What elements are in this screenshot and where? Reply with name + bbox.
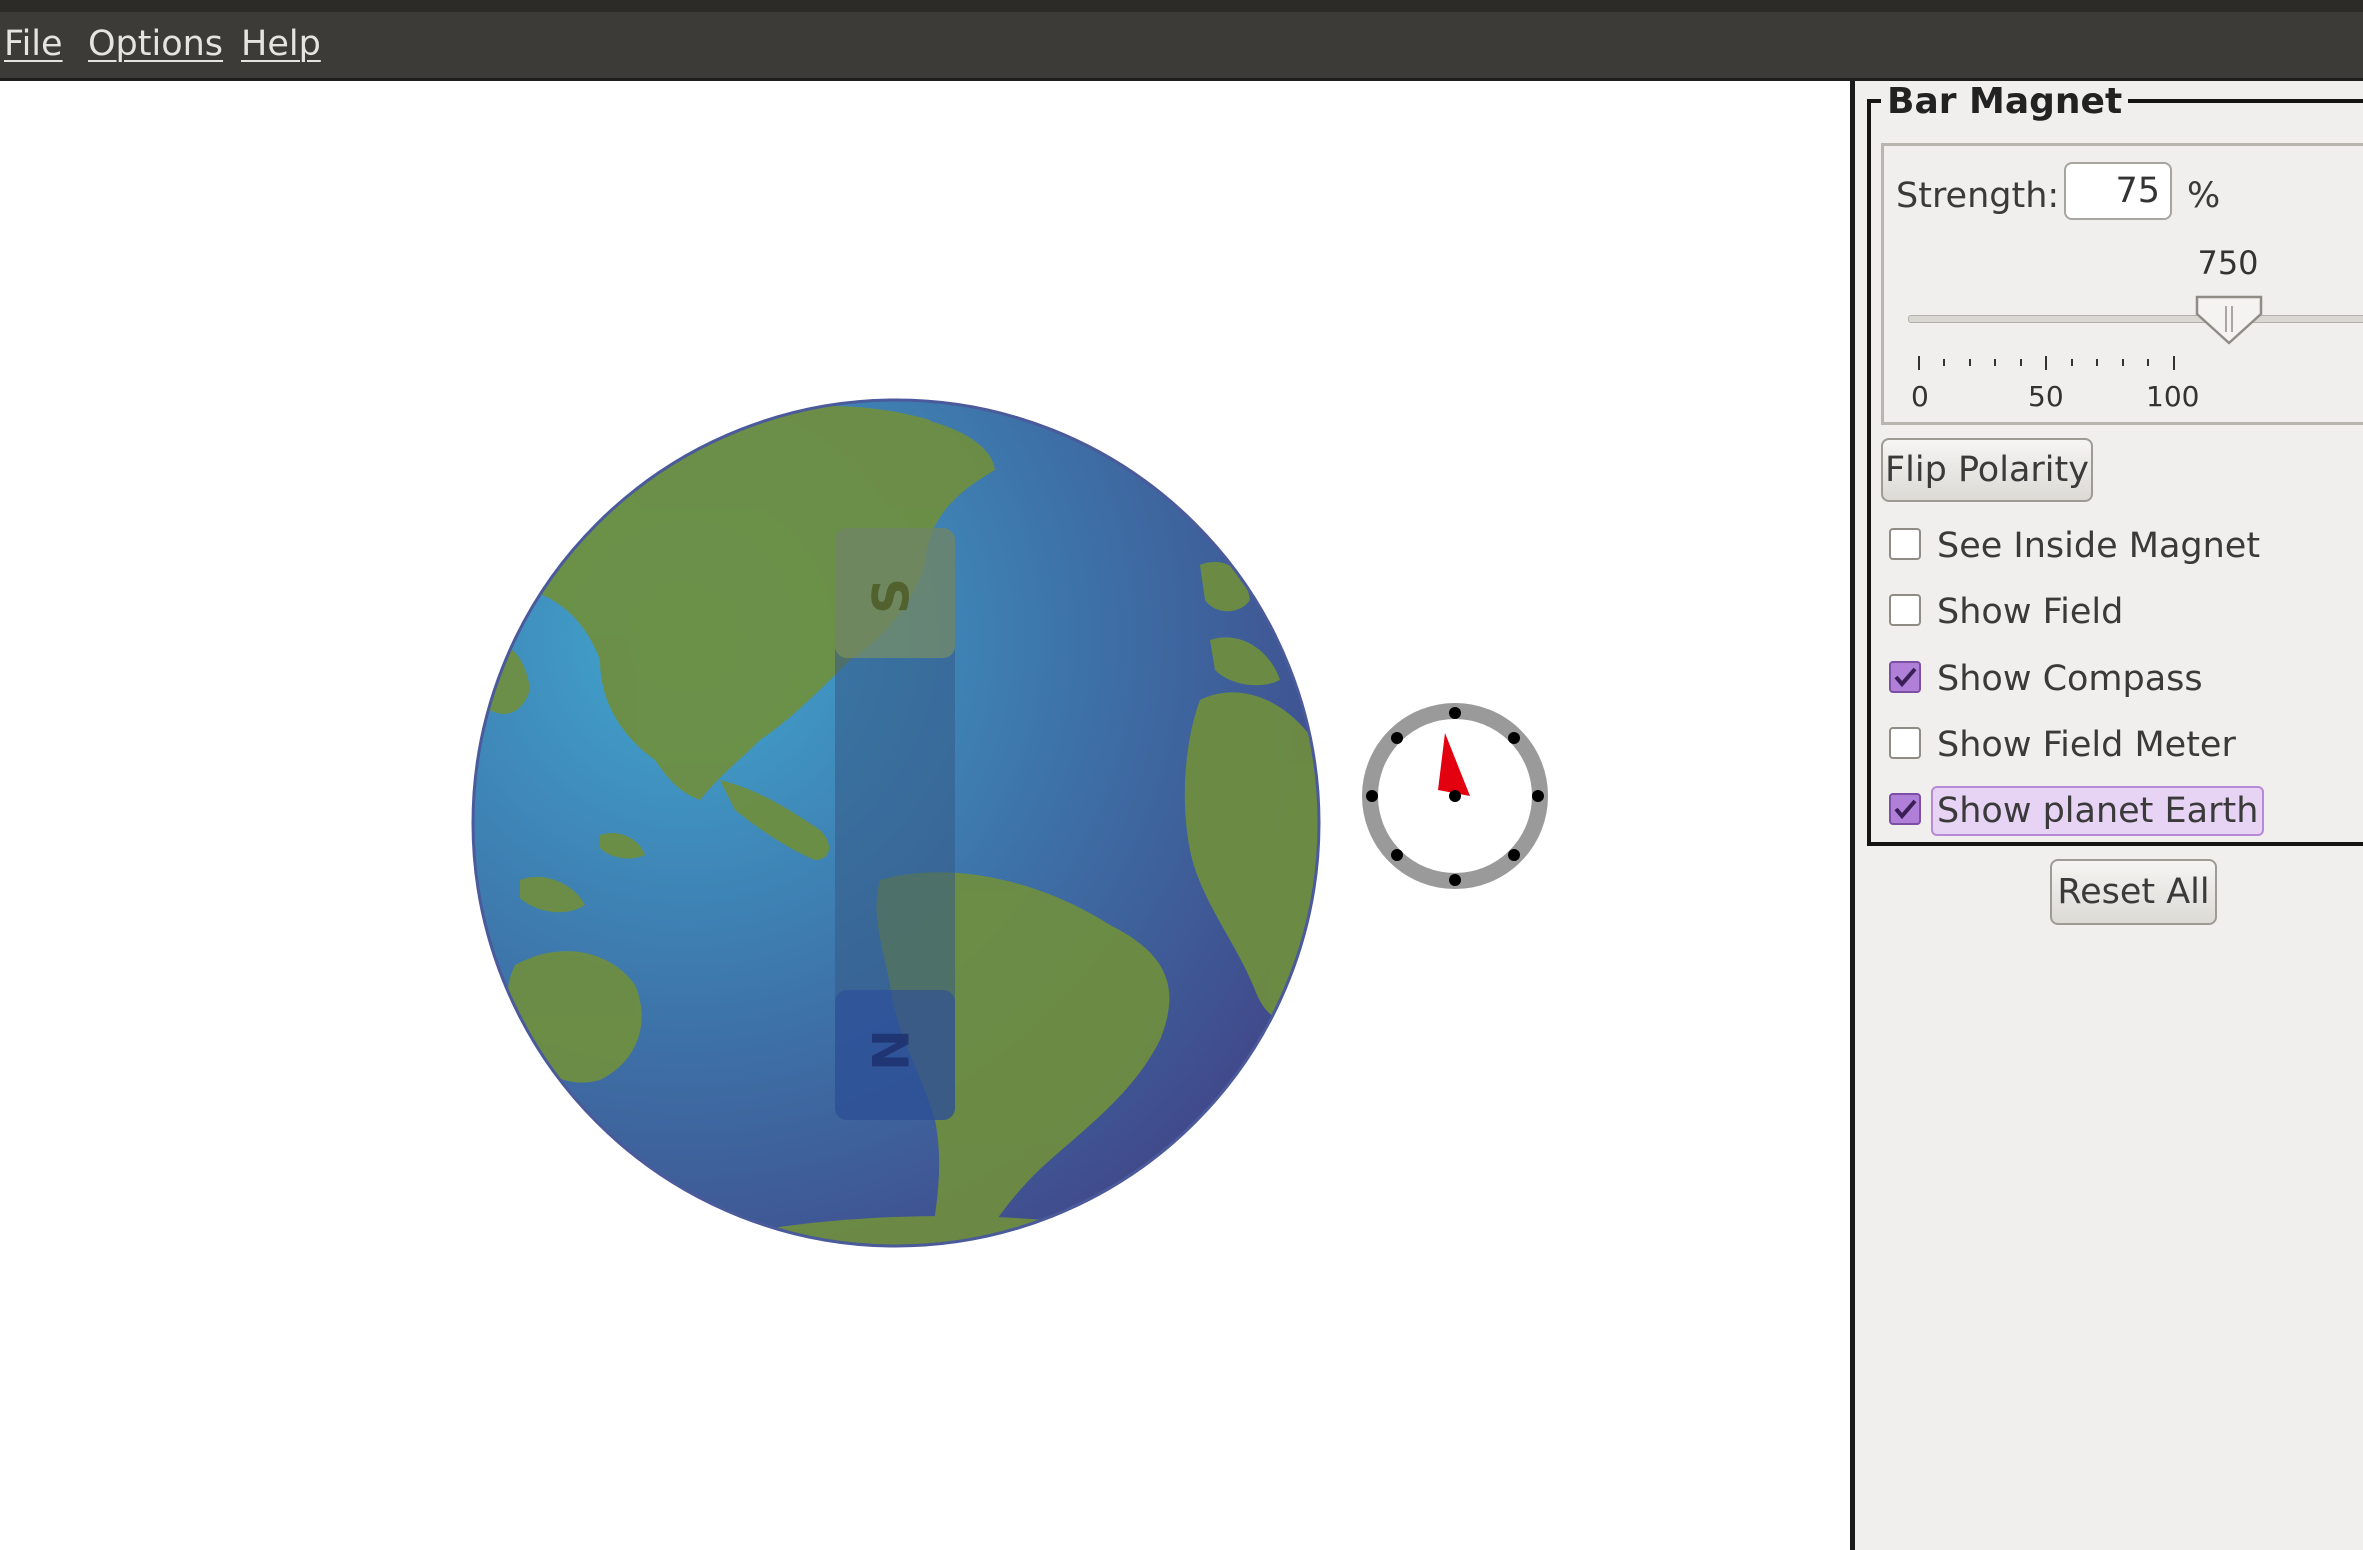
reset-all-button[interactable]: Reset All (2050, 859, 2217, 925)
australia-landmass (507, 951, 642, 1083)
group-title: Bar Magnet (1881, 81, 2129, 122)
bar-magnet-group: Bar Magnet Strength: % 750 (1867, 81, 2363, 846)
slider-max-label: 100 (2146, 380, 2200, 413)
show-field-label[interactable]: Show Field (1933, 589, 2127, 635)
flip-polarity-button[interactable]: Flip Polarity (1881, 438, 2093, 502)
show-compass-label[interactable]: Show Compass (1933, 656, 2207, 702)
bar-magnet[interactable]: S N (835, 528, 955, 1120)
show-field-checkbox[interactable] (1889, 594, 1921, 626)
menu-file[interactable]: File (4, 20, 63, 68)
slider-min-label: 0 (1911, 380, 1929, 413)
control-panel: Bar Magnet Strength: % 750 (1850, 81, 2363, 1550)
checkmark-icon (1894, 667, 1917, 688)
north-pole-label: N (863, 1029, 921, 1071)
show-compass-checkbox[interactable] (1889, 661, 1921, 693)
planet-earth-checkbox[interactable] (1889, 793, 1921, 825)
menu-options[interactable]: Options (88, 20, 223, 68)
menu-bar: File Options Help (0, 12, 2363, 81)
slider-mid-label: 50 (2028, 380, 2064, 413)
field-meter-label[interactable]: Show Field Meter (1933, 722, 2240, 768)
menu-help[interactable]: Help (241, 20, 321, 68)
slider-ticks (1918, 356, 2175, 370)
see-inside-checkbox[interactable] (1889, 528, 1921, 560)
checkmark-icon (1894, 799, 1917, 820)
title-strip (0, 0, 2363, 12)
simulation-canvas[interactable]: S N (0, 81, 1850, 1550)
compass[interactable] (1362, 703, 1548, 889)
planet-earth-label[interactable]: Show planet Earth (1931, 786, 2265, 836)
south-pole-label: S (863, 578, 921, 614)
strength-box: Strength: % 750 (1881, 143, 2363, 425)
scene-svg: S N (471, 398, 1548, 1248)
see-inside-label[interactable]: See Inside Magnet (1933, 523, 2264, 569)
field-meter-checkbox[interactable] (1889, 727, 1921, 759)
